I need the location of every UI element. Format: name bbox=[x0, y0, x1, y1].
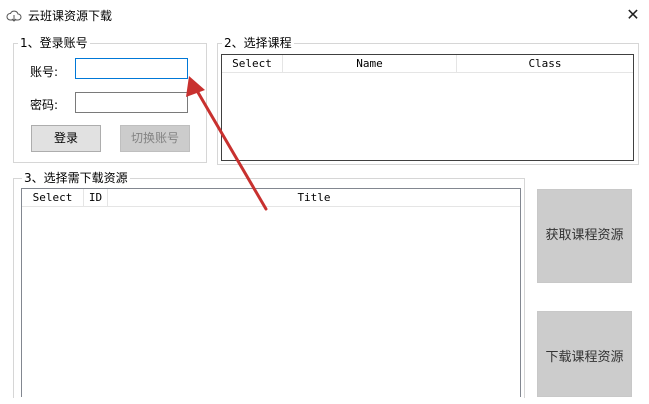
resource-col-id[interactable]: ID bbox=[84, 189, 108, 206]
resource-grid[interactable]: Select ID Title bbox=[21, 188, 521, 397]
resource-grid-header: Select ID Title bbox=[22, 189, 520, 207]
course-grid[interactable]: Select Name Class bbox=[221, 54, 634, 161]
course-group-label: 2、选择课程 bbox=[222, 36, 294, 50]
resource-col-select[interactable]: Select bbox=[22, 189, 84, 206]
course-col-select[interactable]: Select bbox=[222, 55, 283, 72]
login-group-label: 1、登录账号 bbox=[18, 36, 90, 50]
course-grid-header: Select Name Class bbox=[222, 55, 633, 73]
window-title: 云班课资源下载 bbox=[28, 9, 113, 23]
course-col-name[interactable]: Name bbox=[283, 55, 457, 72]
login-button[interactable]: 登录 bbox=[31, 125, 101, 152]
title-bar: 云班课资源下载 ✕ bbox=[0, 0, 649, 30]
password-field[interactable] bbox=[75, 92, 188, 113]
account-field[interactable] bbox=[75, 58, 188, 79]
download-resources-button[interactable]: 下载课程资源 bbox=[537, 311, 632, 397]
resource-group-label: 3、选择需下载资源 bbox=[22, 171, 130, 185]
resource-col-title[interactable]: Title bbox=[108, 189, 520, 206]
app-window: 云班课资源下载 ✕ 1、登录账号 账号: 密码: 登录 切换账号 2、选择课程 … bbox=[0, 0, 649, 398]
fetch-resources-button[interactable]: 获取课程资源 bbox=[537, 189, 632, 283]
password-label: 密码: bbox=[30, 98, 59, 112]
course-col-class[interactable]: Class bbox=[457, 55, 633, 72]
account-label: 账号: bbox=[30, 65, 59, 79]
close-icon[interactable]: ✕ bbox=[620, 4, 646, 26]
cloud-icon bbox=[6, 8, 22, 24]
switch-account-button[interactable]: 切换账号 bbox=[120, 125, 190, 152]
